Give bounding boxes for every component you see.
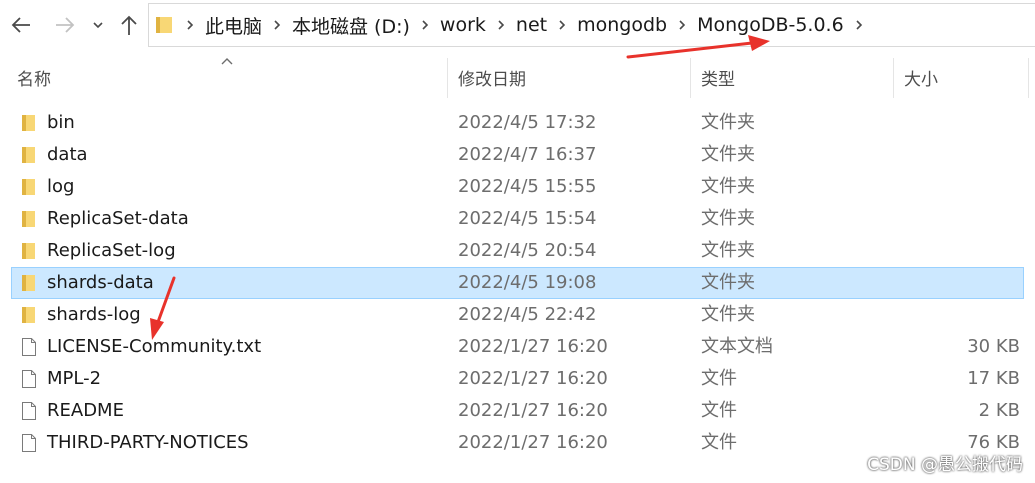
file-name: log <box>47 176 75 197</box>
file-name: README <box>47 400 124 421</box>
folder-icon <box>19 113 39 133</box>
arrow-up-icon <box>121 15 137 35</box>
file-icon <box>19 433 39 453</box>
file-row[interactable]: MPL-2 2022/1/27 16:20 文件 17 KB <box>11 363 1024 395</box>
column-divider[interactable] <box>447 58 448 98</box>
file-date: 2022/1/27 16:20 <box>458 368 608 389</box>
file-date: 2022/1/27 16:20 <box>458 400 608 421</box>
arrow-right-icon <box>56 17 75 33</box>
file-date: 2022/4/5 15:55 <box>458 176 597 197</box>
chevron-right-icon <box>274 20 281 30</box>
forward-button[interactable] <box>50 8 80 42</box>
folder-icon <box>19 305 39 325</box>
file-row[interactable]: README 2022/1/27 16:20 文件 2 KB <box>11 395 1024 427</box>
address-bar[interactable]: 此电脑 本地磁盘 (D:) work net mongodb MongoDB-5… <box>148 3 1035 47</box>
file-type: 文件夹 <box>701 112 755 133</box>
file-date: 2022/4/5 15:54 <box>458 208 597 229</box>
file-name: THIRD-PARTY-NOTICES <box>47 432 249 453</box>
file-name: ReplicaSet-data <box>47 208 189 229</box>
column-header-name[interactable]: 名称 <box>17 56 447 98</box>
file-name: MPL-2 <box>47 368 102 389</box>
file-type: 文本文档 <box>701 336 773 357</box>
file-row[interactable]: ReplicaSet-data 2022/4/5 15:54 文件夹 <box>11 203 1024 235</box>
column-headers: 名称 修改日期 类型 大小 <box>0 56 1035 98</box>
recent-locations-button[interactable] <box>88 8 108 42</box>
file-row[interactable]: ReplicaSet-log 2022/4/5 20:54 文件夹 <box>11 235 1024 267</box>
file-type: 文件夹 <box>701 240 755 261</box>
file-name: LICENSE-Community.txt <box>47 336 262 357</box>
folder-icon <box>19 273 39 293</box>
chevron-right-icon <box>422 20 429 30</box>
folder-icon <box>19 209 39 229</box>
file-date: 2022/4/7 16:37 <box>458 144 597 165</box>
breadcrumb-separator[interactable] <box>551 3 573 47</box>
folder-icon <box>19 241 39 261</box>
file-type: 文件夹 <box>701 272 755 293</box>
file-type: 文件夹 <box>701 208 755 229</box>
chevron-down-icon <box>93 22 103 29</box>
column-divider[interactable] <box>1028 58 1029 98</box>
file-type: 文件 <box>701 368 737 389</box>
column-header-size[interactable]: 大小 <box>904 56 1024 98</box>
column-header-date[interactable]: 修改日期 <box>458 56 690 98</box>
file-date: 2022/1/27 16:20 <box>458 432 608 453</box>
file-size: 17 KB <box>967 368 1020 389</box>
file-type: 文件 <box>701 432 737 453</box>
chevron-right-icon <box>679 20 686 30</box>
navigation-bar: 此电脑 本地磁盘 (D:) work net mongodb MongoDB-5… <box>0 0 1035 52</box>
breadcrumb-separator[interactable] <box>179 3 201 47</box>
file-name: shards-log <box>47 304 141 325</box>
breadcrumb-separator[interactable] <box>671 3 693 47</box>
file-row[interactable]: bin 2022/4/5 17:32 文件夹 <box>11 107 1024 139</box>
file-date: 2022/4/5 20:54 <box>458 240 597 261</box>
file-type: 文件夹 <box>701 144 755 165</box>
file-row-selected[interactable]: shards-data 2022/4/5 19:08 文件夹 <box>11 267 1024 299</box>
back-button[interactable] <box>6 8 36 42</box>
file-name: data <box>47 144 88 165</box>
column-header-type[interactable]: 类型 <box>701 56 893 98</box>
breadcrumb-this-pc[interactable]: 此电脑 <box>201 12 266 39</box>
file-type: 文件 <box>701 400 737 421</box>
file-icon <box>19 369 39 389</box>
file-name: ReplicaSet-log <box>47 240 176 261</box>
file-row[interactable]: LICENSE-Community.txt 2022/1/27 16:20 文本… <box>11 331 1024 363</box>
folder-icon <box>19 145 39 165</box>
column-divider[interactable] <box>893 58 894 98</box>
chevron-right-icon <box>559 20 566 30</box>
file-date: 2022/4/5 19:08 <box>458 272 597 293</box>
breadcrumb-separator[interactable] <box>490 3 512 47</box>
file-type: 文件夹 <box>701 304 755 325</box>
file-row[interactable]: shards-log 2022/4/5 22:42 文件夹 <box>11 299 1024 331</box>
file-icon <box>19 401 39 421</box>
file-type: 文件夹 <box>701 176 755 197</box>
breadcrumb-work[interactable]: work <box>436 14 490 36</box>
column-divider[interactable] <box>690 58 691 98</box>
folder-icon <box>156 17 172 33</box>
breadcrumb-separator[interactable] <box>414 3 436 47</box>
up-button[interactable] <box>116 8 142 42</box>
breadcrumb-net[interactable]: net <box>512 14 551 36</box>
file-row[interactable]: data 2022/4/7 16:37 文件夹 <box>11 139 1024 171</box>
file-date: 2022/1/27 16:20 <box>458 336 608 357</box>
chevron-right-icon <box>498 20 505 30</box>
breadcrumb-mongodb-version[interactable]: MongoDB-5.0.6 <box>693 14 848 36</box>
breadcrumb-mongodb[interactable]: mongodb <box>573 14 671 36</box>
file-icon <box>19 337 39 357</box>
file-name: bin <box>47 112 75 133</box>
breadcrumb-separator[interactable] <box>848 3 870 47</box>
watermark: CSDN @愚公搬代码 <box>867 455 1023 475</box>
breadcrumb-separator[interactable] <box>266 3 288 47</box>
file-size: 30 KB <box>967 336 1020 357</box>
file-date: 2022/4/5 22:42 <box>458 304 597 325</box>
chevron-right-icon <box>187 20 194 30</box>
chevron-right-icon <box>856 20 862 30</box>
breadcrumb-local-disk[interactable]: 本地磁盘 (D:) <box>288 12 414 39</box>
folder-icon <box>19 177 39 197</box>
file-date: 2022/4/5 17:32 <box>458 112 597 133</box>
file-name: shards-data <box>47 272 154 293</box>
file-size: 2 KB <box>978 400 1020 421</box>
file-row[interactable]: log 2022/4/5 15:55 文件夹 <box>11 171 1024 203</box>
arrow-left-icon <box>11 17 30 33</box>
